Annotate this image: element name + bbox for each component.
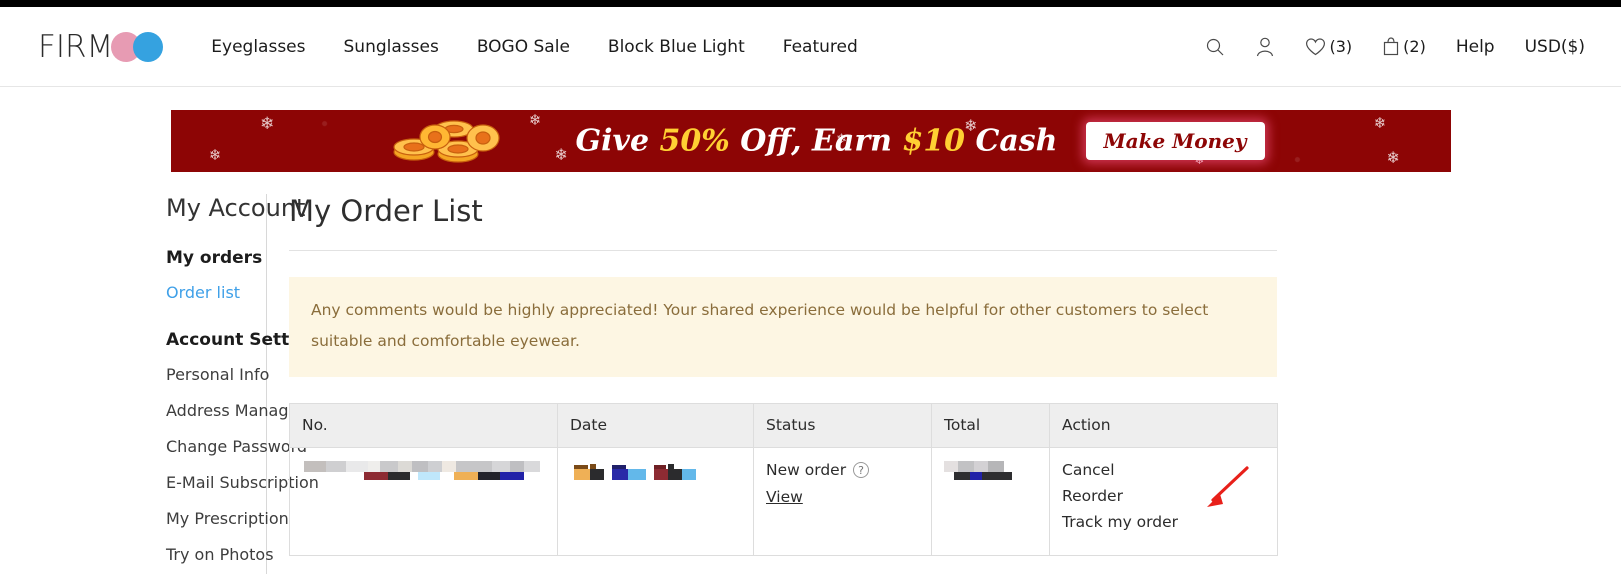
order-number-cell (289, 447, 558, 556)
gold-coins-icon (392, 120, 500, 163)
site-header: FIRM Eyeglasses Sunglasses BOGO Sale Blo… (0, 7, 1621, 87)
banner-text-percent: 50% (659, 123, 730, 159)
banner-text-off: Off, Earn (729, 123, 903, 159)
column-header-action: Action (1049, 403, 1278, 448)
title-divider (289, 250, 1277, 251)
order-total-cell (931, 447, 1050, 556)
order-status: New order ? (766, 461, 919, 479)
order-number-redacted (302, 461, 545, 485)
page-title: My Order List (289, 194, 483, 228)
page-content: My Account My orders Order list Account … (0, 172, 1621, 574)
nav-item-featured[interactable]: Featured (783, 37, 858, 57)
wishlist-count: (3) (1329, 37, 1353, 56)
order-status-label: New order (766, 461, 847, 479)
column-header-total: Total (931, 403, 1050, 448)
heart-icon (1306, 37, 1326, 55)
nav-item-eyeglasses[interactable]: Eyeglasses (211, 37, 305, 57)
sidebar-heading-my-orders: My orders (166, 248, 263, 268)
account-sidebar: My Account My orders Order list Account … (0, 194, 340, 574)
snowflake-icon: ❄ (260, 114, 275, 134)
snowflake-icon: ❄ (554, 145, 568, 164)
logo-circles-icon (111, 31, 167, 62)
column-header-status: Status (753, 403, 932, 448)
banner-headline: Give 50% Off, Earn $10 Cash (576, 124, 1058, 159)
sidebar-item-order-list[interactable]: Order list (166, 283, 266, 302)
nav-item-block-blue-light[interactable]: Block Blue Light (608, 37, 745, 57)
comments-notice: Any comments would be highly appreciated… (289, 277, 1277, 377)
order-action-cell: Cancel Reorder Track my order (1049, 447, 1278, 556)
sidebar-item-address-management[interactable]: Address Management (166, 401, 340, 420)
banner-text-cash: Cash (965, 123, 1058, 159)
snowflake-icon: ❄ (1386, 148, 1400, 167)
cancel-order-link[interactable]: Cancel (1062, 461, 1265, 479)
promo-banner-wrapper: ❄ ❄ ❄ ❄ ❄ ❄ ❄ ❄ ❄ Give 50% Off, Earn $10… (0, 87, 1621, 172)
banner-text-amount: $10 (902, 123, 966, 159)
column-header-date: Date (557, 403, 754, 448)
track-my-order-link[interactable]: Track my order (1062, 513, 1265, 531)
sidebar-item-try-on-photos[interactable]: Try on Photos (166, 545, 274, 564)
logo-circle-blue-icon (133, 31, 164, 62)
order-list-main: My Order List Any comments would be high… (267, 194, 1621, 574)
reorder-link[interactable]: Reorder (1062, 487, 1265, 505)
question-mark-icon[interactable]: ? (853, 462, 870, 478)
help-link[interactable]: Help (1456, 37, 1495, 57)
top-black-strip (0, 0, 1621, 7)
header-actions: (3) (2) Help USD($) (1205, 36, 1585, 58)
currency-selector[interactable]: USD($) (1525, 37, 1585, 57)
search-icon (1207, 38, 1224, 55)
cart-count: (2) (1403, 37, 1426, 56)
order-date-redacted (570, 461, 741, 485)
table-header-row: No. Date Status Total Action (289, 403, 1278, 448)
view-order-link[interactable]: View (766, 488, 803, 506)
promo-banner[interactable]: ❄ ❄ ❄ ❄ ❄ ❄ ❄ ❄ ❄ Give 50% Off, Earn $10… (170, 110, 1451, 172)
bag-icon (1384, 37, 1399, 56)
nav-item-bogo-sale[interactable]: BOGO Sale (477, 37, 570, 57)
orders-table-head: No. Date Status Total Action (289, 403, 1278, 448)
sidebar-item-change-password[interactable]: Change Password (166, 437, 307, 456)
sidebar-heading-account-settings: Account Settings (166, 330, 330, 350)
site-logo[interactable]: FIRM (38, 29, 167, 65)
logo-text: FIRM (38, 28, 114, 65)
search-button[interactable] (1205, 37, 1225, 57)
order-total-redacted (944, 461, 1037, 485)
table-row: New order ? View Cancel Reorder Track my… (289, 447, 1278, 556)
nav-item-sunglasses[interactable]: Sunglasses (344, 37, 439, 57)
cart-button[interactable]: (2) (1382, 36, 1426, 57)
account-button[interactable] (1255, 36, 1275, 58)
sidebar-item-personal-info[interactable]: Personal Info (166, 365, 269, 384)
column-header-no: No. (289, 403, 558, 448)
sidebar-title: My Account (166, 194, 306, 222)
banner-text-give: Give (575, 123, 660, 159)
order-date-cell (557, 447, 754, 556)
sidebar-item-email-subscription[interactable]: E-Mail Subscription (166, 473, 319, 492)
orders-table-body: New order ? View Cancel Reorder Track my… (289, 447, 1278, 556)
orders-table: No. Date Status Total Action New order ?… (289, 403, 1278, 556)
main-navigation: Eyeglasses Sunglasses BOGO Sale Block Bl… (211, 37, 858, 57)
snowflake-icon: ❄ (208, 146, 222, 164)
sidebar-item-my-prescription[interactable]: My Prescription (166, 509, 289, 528)
make-money-button[interactable]: Make Money (1085, 122, 1265, 160)
user-icon (1257, 37, 1274, 56)
snowflake-icon: ❄ (1373, 114, 1387, 132)
order-status-cell: New order ? View (753, 447, 932, 556)
snowflake-icon: ❄ (528, 111, 542, 129)
wishlist-button[interactable]: (3) (1305, 37, 1352, 57)
